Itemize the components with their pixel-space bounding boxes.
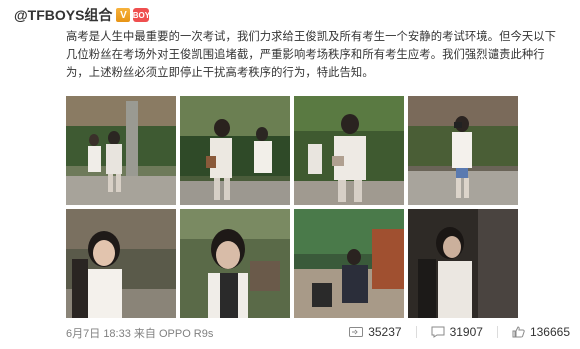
repost-count: 35237 <box>368 325 402 339</box>
member-badge-icon[interactable]: BOY <box>133 8 150 22</box>
post-date[interactable]: 6月7日 <box>66 328 100 340</box>
photo-grid <box>66 96 518 318</box>
comment-button[interactable]: 31907 <box>431 325 483 339</box>
divider <box>496 326 498 338</box>
repost-button[interactable]: 35237 <box>349 325 402 339</box>
like-button[interactable]: 136665 <box>512 325 570 339</box>
post-actions: 35237 31907 136665 <box>335 325 570 339</box>
divider <box>415 326 417 338</box>
comment-icon <box>431 326 445 338</box>
username-link[interactable]: @TFBOYS组合 <box>14 5 112 25</box>
photo-3[interactable] <box>294 96 404 205</box>
like-count: 136665 <box>529 325 570 339</box>
repost-icon <box>349 327 364 337</box>
post-time[interactable]: 18:33 <box>103 328 131 340</box>
photo-6[interactable] <box>180 209 290 318</box>
photo-5[interactable] <box>66 209 176 318</box>
photo-1[interactable] <box>66 96 176 205</box>
post-header: @TFBOYS组合 V BOY <box>14 5 150 25</box>
verified-badge-icon[interactable]: V <box>116 8 131 22</box>
photo-7[interactable] <box>294 209 404 318</box>
source-device[interactable]: OPPO R9s <box>159 328 213 340</box>
post-meta: 6月7日 18:33 来自 OPPO R9s <box>66 325 213 341</box>
thumbs-up-icon <box>512 326 525 338</box>
photo-4[interactable] <box>408 96 518 205</box>
source-prefix: 来自 <box>133 328 156 340</box>
photo-2[interactable] <box>180 96 290 205</box>
photo-8[interactable] <box>408 209 518 318</box>
comment-count: 31907 <box>449 325 483 339</box>
post-text: 高考是人生中最重要的一次考试，我们力求给王俊凯及所有考生一个安静的考试环境。但今… <box>66 30 557 79</box>
